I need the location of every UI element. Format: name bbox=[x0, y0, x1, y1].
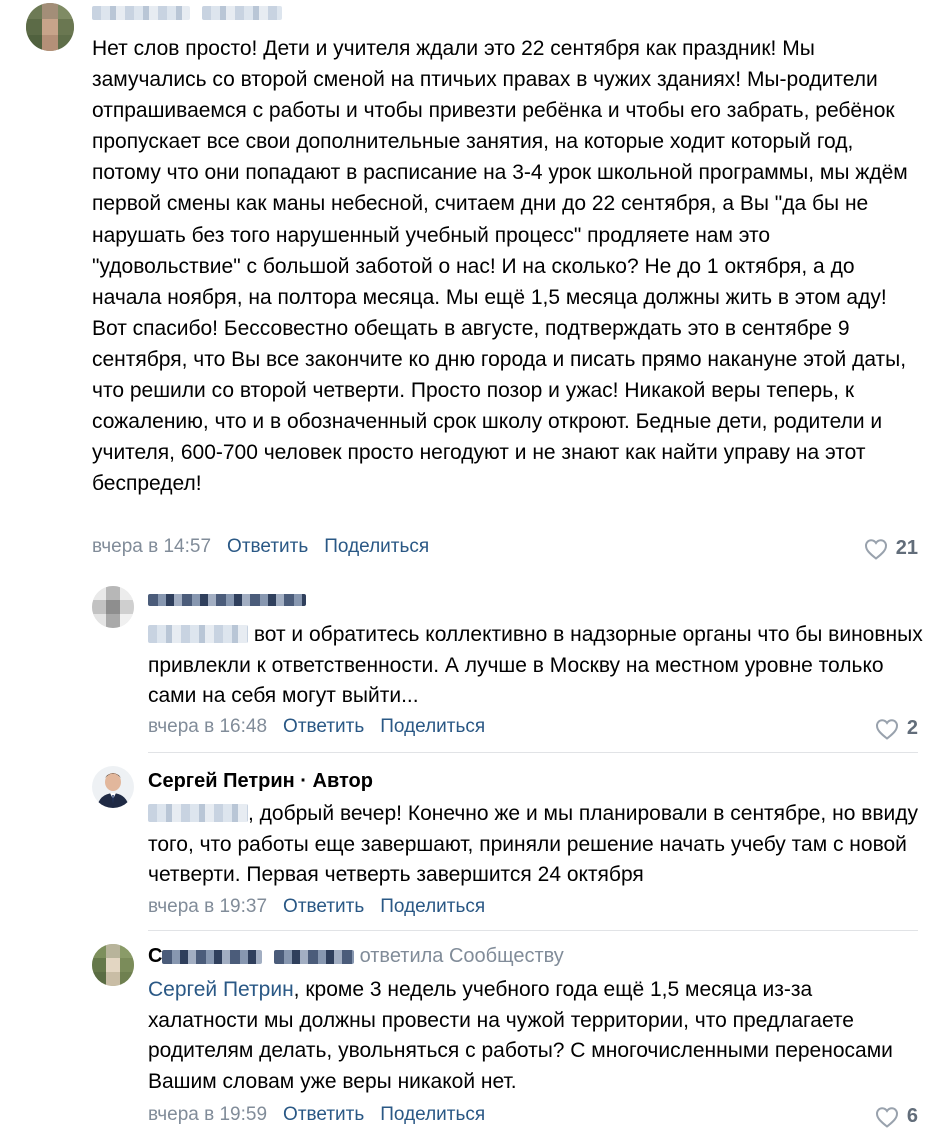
divider bbox=[148, 752, 918, 753]
reply: вот и обратитесь коллективно в надзорные… bbox=[0, 586, 952, 756]
reply-button[interactable]: Ответить bbox=[227, 536, 308, 558]
like-count: 21 bbox=[895, 537, 918, 559]
author-initial[interactable]: С bbox=[148, 945, 162, 967]
reply-time[interactable]: вчера в 19:59 bbox=[148, 1104, 267, 1126]
author-name-redacted[interactable] bbox=[148, 588, 306, 612]
comment: Нет слов просто! Дети и учителя ждали эт… bbox=[0, 0, 952, 576]
comment-meta: вчера в 14:57 Ответить Поделиться bbox=[92, 536, 429, 558]
author-name[interactable]: Сергей Петрин bbox=[148, 770, 295, 792]
reply-time[interactable]: вчера в 16:48 bbox=[148, 716, 267, 738]
reply-text: , добрый вечер! Конечно же и мы планиров… bbox=[148, 799, 923, 891]
author-row: С ответила Сообществу bbox=[148, 945, 564, 969]
like-button[interactable]: 21 bbox=[864, 537, 918, 560]
avatar[interactable] bbox=[92, 586, 134, 628]
mention-redacted[interactable] bbox=[148, 804, 248, 822]
share-button[interactable]: Поделиться bbox=[380, 896, 485, 918]
reply-text: Сергей Петрин, кроме 3 недель учебного г… bbox=[148, 975, 923, 1097]
reply-to-label[interactable]: ответила Сообществу bbox=[360, 945, 564, 967]
author-name-redacted[interactable] bbox=[162, 949, 263, 964]
comment-text: Нет слов просто! Дети и учителя ждали эт… bbox=[92, 37, 908, 496]
author-surname-redacted[interactable] bbox=[274, 949, 355, 964]
like-button[interactable]: 2 bbox=[875, 717, 918, 740]
comments-thread: Нет слов просто! Дети и учителя ждали эт… bbox=[0, 0, 952, 1134]
avatar[interactable] bbox=[92, 766, 134, 808]
heart-outline-icon bbox=[875, 1106, 899, 1128]
heart-outline-icon bbox=[864, 538, 888, 560]
reply-meta: вчера в 16:48 Ответить Поделиться bbox=[148, 716, 485, 738]
comment-time[interactable]: вчера в 14:57 bbox=[92, 536, 211, 558]
author-badge: · Автор bbox=[300, 770, 373, 792]
reply-meta: вчера в 19:37 Ответить Поделиться bbox=[148, 896, 485, 918]
share-button[interactable]: Поделиться bbox=[380, 1104, 485, 1126]
share-button[interactable]: Поделиться bbox=[380, 716, 485, 738]
mention-link[interactable]: Сергей Петрин bbox=[148, 978, 294, 1001]
avatar[interactable] bbox=[26, 3, 74, 51]
reply-meta: вчера в 19:59 Ответить Поделиться bbox=[148, 1104, 485, 1126]
reply-time[interactable]: вчера в 19:37 bbox=[148, 896, 267, 918]
like-count: 2 bbox=[906, 717, 918, 739]
reply-button[interactable]: Ответить bbox=[283, 1104, 364, 1126]
reply: С ответила Сообществу Сергей Петрин, кро… bbox=[0, 942, 952, 1134]
like-count: 6 bbox=[906, 1105, 918, 1127]
heart-outline-icon bbox=[875, 718, 899, 740]
author-row: Сергей Петрин · Автор bbox=[148, 770, 373, 794]
share-button[interactable]: Поделиться bbox=[324, 536, 429, 558]
divider bbox=[148, 930, 918, 931]
like-button[interactable]: 6 bbox=[875, 1105, 918, 1128]
mention-redacted[interactable] bbox=[148, 625, 248, 643]
author-name-redacted[interactable] bbox=[92, 2, 292, 24]
reply-button[interactable]: Ответить bbox=[283, 716, 364, 738]
reply-text: вот и обратитесь коллективно в надзорные… bbox=[148, 620, 923, 712]
reply-body: вот и обратитесь коллективно в надзорные… bbox=[148, 623, 923, 707]
reply: Сергей Петрин · Автор , добрый вечер! Ко… bbox=[0, 766, 952, 926]
reply-button[interactable]: Ответить bbox=[283, 896, 364, 918]
avatar[interactable] bbox=[92, 944, 134, 986]
reply-body: , добрый вечер! Конечно же и мы планиров… bbox=[148, 802, 919, 886]
